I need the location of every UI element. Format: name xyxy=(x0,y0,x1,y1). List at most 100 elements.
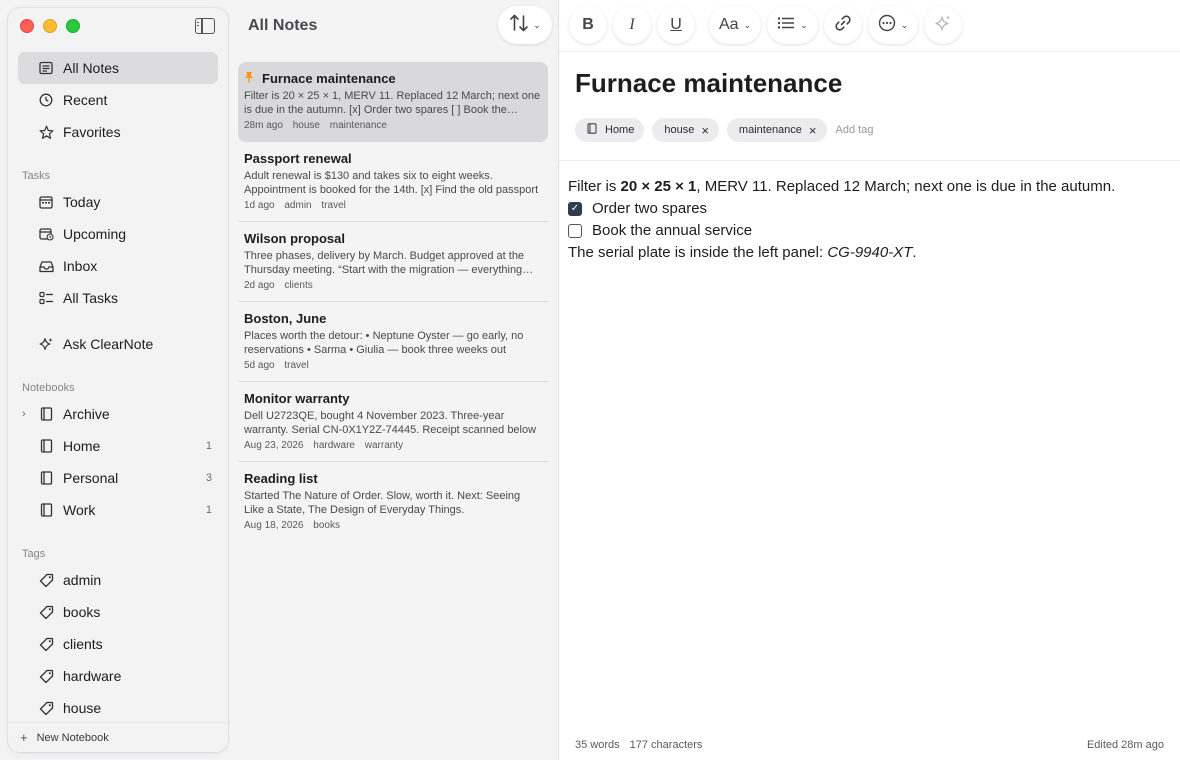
link-button[interactable] xyxy=(823,6,862,44)
toolbar-divider xyxy=(559,51,1180,52)
note-list-item[interactable]: Passport renewal Adult renewal is $130 a… xyxy=(238,142,548,222)
sidebar-item-upcoming[interactable]: Upcoming xyxy=(18,218,218,250)
tag-icon xyxy=(38,604,54,620)
note-body[interactable]: Filter is 20 × 25 × 1, MERV 11. Replaced… xyxy=(568,176,1164,264)
new-notebook-label: New Notebook xyxy=(36,731,109,744)
note-list-item[interactable]: Monitor warranty Dell U2723QE, bought 4 … xyxy=(238,382,548,462)
sidebar-item-label: Work xyxy=(63,502,96,518)
editor-pane: B I U Aa ⌄ ⌄ ⌄ Furnace maintenance Home … xyxy=(558,0,1180,760)
sidebar-item-inbox[interactable]: Inbox xyxy=(18,250,218,282)
sidebar-item-tag-house[interactable]: house xyxy=(18,692,218,722)
note-title: Boston, June xyxy=(244,310,327,326)
sidebar-item-notebook-home[interactable]: Home 1 xyxy=(18,430,218,462)
sidebar-item-label: hardware xyxy=(63,668,122,684)
note-meta: 1d ago admin travel xyxy=(244,200,542,211)
note-tag: house xyxy=(292,120,320,131)
sidebar-item-all-tasks[interactable]: All Tasks xyxy=(18,282,218,314)
tags-section-header: Tags xyxy=(22,548,46,560)
window-controls xyxy=(20,19,80,33)
checklist-label: Order two spares xyxy=(592,200,708,217)
sidebar-item-label: Home xyxy=(63,438,101,454)
checkbox-checked[interactable]: ✓ xyxy=(568,202,582,216)
sidebar: All Notes Recent Favorites Tasks Today U… xyxy=(8,8,228,752)
note-meta: 2d ago clients xyxy=(244,280,542,291)
note-time: 2d ago xyxy=(244,280,275,291)
more-options-button[interactable]: ⌄ xyxy=(867,6,919,44)
note-list-item[interactable]: Furnace maintenance Filter is 20 × 25 × … xyxy=(238,62,548,142)
note-snippet: Started The Nature of Order. Slow, worth… xyxy=(244,490,521,516)
sidebar-item-all-notes[interactable]: All Notes xyxy=(18,52,218,84)
checkbox-unchecked[interactable] xyxy=(568,224,582,238)
minimize-window-button[interactable] xyxy=(43,19,57,33)
chevron-right-icon[interactable]: › xyxy=(22,408,26,420)
remove-tag-icon[interactable]: × xyxy=(809,123,817,138)
note-list-item[interactable]: Wilson proposal Three phases, delivery b… xyxy=(238,222,548,302)
notes-list-pane: All Notes ⌄ Furnace maintenance Filter i… xyxy=(230,0,558,760)
sidebar-item-today[interactable]: Today xyxy=(18,186,218,218)
sidebar-item-label: Upcoming xyxy=(63,226,127,242)
note-time: 28m ago xyxy=(244,120,283,131)
tag-chip-maintenance[interactable]: maintenance × xyxy=(726,118,827,142)
body-italic-text: CG-9940-XT xyxy=(827,244,913,261)
notebook-icon xyxy=(38,502,54,518)
note-tag: books xyxy=(313,520,340,531)
underline-button[interactable]: U xyxy=(657,6,695,44)
sidebar-item-tag-clients[interactable]: clients xyxy=(18,628,218,660)
body-paragraph: Filter is 20 × 25 × 1, MERV 11. Replaced… xyxy=(568,176,1164,198)
sidebar-item-notebook-archive[interactable]: › Archive xyxy=(18,398,218,430)
note-title-row: Furnace maintenance xyxy=(244,70,542,86)
note-title-heading[interactable]: Furnace maintenance xyxy=(575,68,842,99)
star-icon xyxy=(38,124,54,140)
checklist-label: Book the annual service xyxy=(592,222,753,239)
edited-time: Edited 28m ago xyxy=(1086,739,1164,751)
note-tags-bar: Home house × maintenance × Add tag xyxy=(575,118,873,142)
sidebar-item-label: house xyxy=(63,700,102,716)
sidebar-item-label: books xyxy=(63,604,101,620)
sparkle-icon xyxy=(38,336,54,352)
sidebar-item-tag-hardware[interactable]: hardware xyxy=(18,660,218,692)
sidebar-item-label: Personal xyxy=(63,470,119,486)
body-text: , MERV 11. Replaced 12 March; next one i… xyxy=(696,178,1116,195)
sidebar-toggle-icon[interactable] xyxy=(195,18,215,34)
sidebar-item-label: Ask ClearNote xyxy=(63,336,154,352)
new-notebook-button[interactable]: + New Notebook xyxy=(8,722,228,752)
sidebar-item-label: admin xyxy=(63,572,102,588)
notebook-chip[interactable]: Home xyxy=(575,118,645,142)
body-bold-text: 20 × 25 × 1 xyxy=(620,178,697,195)
note-tag: travel xyxy=(321,200,346,211)
close-window-button[interactable] xyxy=(20,19,34,33)
tag-icon xyxy=(38,668,54,684)
list-style-button[interactable]: ⌄ xyxy=(767,6,818,44)
notebook-icon xyxy=(38,438,54,454)
add-tag-input[interactable]: Add tag xyxy=(836,124,874,136)
note-title: Monitor warranty xyxy=(244,390,350,406)
tags-divider xyxy=(559,160,1180,161)
sort-button[interactable]: ⌄ xyxy=(498,6,552,44)
sidebar-item-recent[interactable]: Recent xyxy=(18,84,218,116)
bold-button[interactable]: B xyxy=(569,6,607,44)
sidebar-item-favorites[interactable]: Favorites xyxy=(18,116,218,148)
sidebar-item-tag-admin[interactable]: admin xyxy=(18,564,218,596)
zoom-window-button[interactable] xyxy=(66,19,80,33)
sidebar-item-tag-books[interactable]: books xyxy=(18,596,218,628)
sidebar-item-ask-clearnote[interactable]: Ask ClearNote xyxy=(18,328,218,360)
ai-assist-button[interactable] xyxy=(924,6,963,44)
tag-chip-house[interactable]: house × xyxy=(652,118,719,142)
note-snippet: Filter is 20 × 25 × 1, MERV 11. Replaced… xyxy=(244,90,541,116)
sparkle-icon xyxy=(934,14,952,37)
sidebar-item-notebook-work[interactable]: Work 1 xyxy=(18,494,218,526)
sidebar-scroll[interactable]: All Notes Recent Favorites Tasks Today U… xyxy=(8,52,228,722)
sidebar-item-notebook-personal[interactable]: Personal 3 xyxy=(18,462,218,494)
chevron-down-icon: ⌄ xyxy=(743,19,752,30)
sidebar-item-label: All Tasks xyxy=(63,290,118,306)
font-style-button[interactable]: Aa ⌄ xyxy=(709,6,762,44)
remove-tag-icon[interactable]: × xyxy=(701,123,709,138)
more-icon xyxy=(878,14,896,37)
body-text: . xyxy=(912,244,917,261)
italic-button[interactable]: I xyxy=(613,6,651,44)
note-list-item[interactable]: Reading list Started The Nature of Order… xyxy=(238,462,548,542)
note-tag: hardware xyxy=(313,440,355,451)
note-time: Aug 18, 2026 xyxy=(244,520,304,531)
note-list-item[interactable]: Boston, June Places worth the detour: • … xyxy=(238,302,548,382)
note-tag: admin xyxy=(284,200,312,211)
